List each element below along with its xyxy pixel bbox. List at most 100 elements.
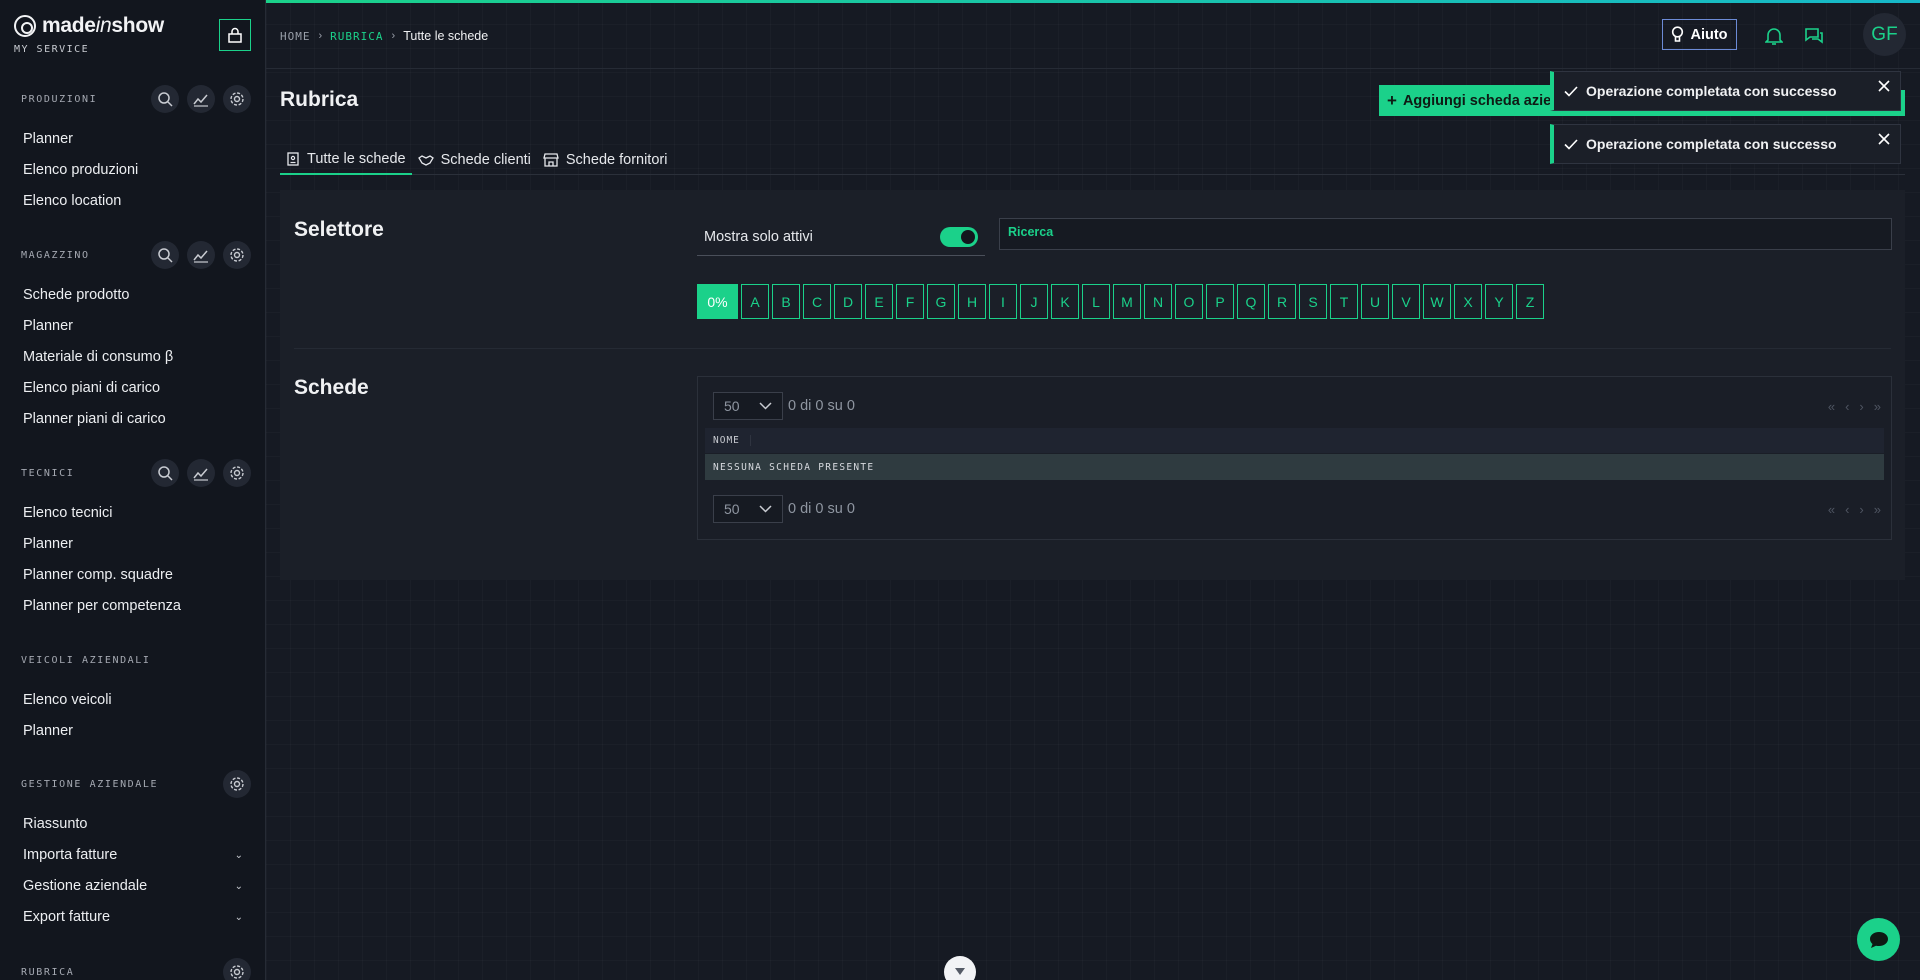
support-chat-button[interactable] (1857, 918, 1900, 961)
letter-filter-button[interactable]: W (1423, 284, 1451, 319)
sidebar-item[interactable]: Riassunto (23, 813, 243, 835)
prev-page-icon[interactable]: ‹ (1845, 502, 1849, 517)
help-button[interactable]: Aiuto (1662, 19, 1737, 50)
stats-icon[interactable] (187, 241, 215, 269)
sidebar-section-title: RUBRICA (21, 966, 75, 978)
search-icon[interactable] (151, 459, 179, 487)
letter-filter-button[interactable]: Z (1516, 284, 1544, 319)
letter-filter-button[interactable]: F (896, 284, 924, 319)
sidebar-section-header: VEICOLI AZIENDALI (21, 645, 251, 675)
page-size-value: 50 (724, 501, 740, 517)
tab-suppliers[interactable]: Schede fornitori (537, 145, 674, 175)
page-size-select[interactable]: 50 (713, 392, 783, 420)
letter-filter-button[interactable]: I (989, 284, 1017, 319)
store-icon (543, 153, 559, 167)
tab-clients[interactable]: Schede clienti (412, 145, 537, 175)
first-page-icon[interactable]: « (1828, 399, 1835, 414)
gear-icon[interactable] (223, 770, 251, 798)
active-only-toggle[interactable] (940, 226, 978, 247)
search-icon[interactable] (151, 241, 179, 269)
sidebar-item[interactable]: Elenco piani di carico (23, 377, 243, 399)
sidebar-item[interactable]: Planner comp. squadre (23, 564, 243, 586)
first-page-icon[interactable]: « (1828, 502, 1835, 517)
letter-filter-button[interactable]: R (1268, 284, 1296, 319)
sidebar-item[interactable]: Materiale di consumo β (23, 346, 243, 368)
letter-filter-button[interactable]: X (1454, 284, 1482, 319)
letter-filter-button[interactable]: H (958, 284, 986, 319)
next-page-icon[interactable]: › (1859, 399, 1863, 414)
letter-filter-button[interactable]: S (1299, 284, 1327, 319)
sidebar-item[interactable]: Elenco location (23, 190, 243, 212)
letter-filter-button[interactable]: U (1361, 284, 1389, 319)
sidebar-item[interactable]: Elenco tecnici (23, 502, 243, 524)
letter-filter-button[interactable]: L (1082, 284, 1110, 319)
sidebar-item[interactable]: Elenco produzioni (23, 159, 243, 181)
toast-message: Operazione completata con successo (1586, 136, 1837, 152)
messages-button[interactable] (1804, 25, 1826, 47)
sidebar-item[interactable]: Planner (23, 533, 243, 555)
letter-filter-button[interactable]: M (1113, 284, 1141, 319)
letter-filter-button[interactable]: K (1051, 284, 1079, 319)
gear-icon[interactable] (223, 85, 251, 113)
stats-icon[interactable] (187, 85, 215, 113)
pager-top: 50 0 di 0 su 0 « ‹ › » (713, 392, 1881, 420)
letter-filter-button[interactable]: O (1175, 284, 1203, 319)
brand[interactable]: madeinshow MY SERVICE (14, 14, 164, 55)
breadcrumb-home[interactable]: HOME (280, 30, 311, 43)
gear-icon[interactable] (223, 241, 251, 269)
letter-filter-button[interactable]: T (1330, 284, 1358, 319)
sidebar-item[interactable]: Importa fatture ⌄ (23, 844, 243, 866)
sidebar-item[interactable]: Gestione aziendale ⌄ (23, 875, 243, 897)
sidebar-item[interactable]: Planner (23, 720, 243, 742)
close-icon[interactable] (1876, 131, 1892, 147)
sidebar-item-label: Planner (23, 536, 73, 552)
last-page-icon[interactable]: » (1874, 399, 1881, 414)
letter-filter-button[interactable]: C (803, 284, 831, 319)
help-label: Aiuto (1690, 26, 1728, 43)
close-icon[interactable] (1876, 78, 1892, 94)
letter-filter-button[interactable]: Q (1237, 284, 1265, 319)
page-size-select[interactable]: 50 (713, 495, 783, 523)
sidebar-item-label: Planner per competenza (23, 598, 181, 614)
sidebar-item[interactable]: Planner piani di carico (23, 408, 243, 430)
search-input[interactable]: Ricerca (999, 218, 1892, 250)
tab-all[interactable]: Tutte le schede (280, 145, 412, 175)
sidebar-item[interactable]: Elenco veicoli (23, 689, 243, 711)
letter-filter-button[interactable]: V (1392, 284, 1420, 319)
expand-panel-button[interactable] (944, 956, 976, 980)
sidebar-item[interactable]: Planner (23, 315, 243, 337)
letter-filter-button[interactable]: B (772, 284, 800, 319)
letter-filter-button[interactable]: 0% (697, 284, 738, 319)
avatar[interactable]: GF (1863, 13, 1906, 56)
letter-filter-button[interactable]: E (865, 284, 893, 319)
letter-filter-button[interactable]: N (1144, 284, 1172, 319)
chevron-down-icon (955, 968, 965, 975)
letter-filter-button[interactable]: P (1206, 284, 1234, 319)
sidebar-item[interactable]: Planner per competenza (23, 595, 243, 617)
letter-filter-button[interactable]: G (927, 284, 955, 319)
prev-page-icon[interactable]: ‹ (1845, 399, 1849, 414)
letter-filter-button[interactable]: D (834, 284, 862, 319)
letter-filter-button[interactable]: A (741, 284, 769, 319)
sidebar-section-header: TECNICI (21, 458, 251, 488)
column-nome[interactable]: NOME (713, 435, 751, 446)
gear-icon[interactable] (223, 459, 251, 487)
handshake-icon (417, 155, 434, 166)
content-card: Selettore Mostra solo attivi Ricerca 0% A… (280, 190, 1905, 580)
gear-icon[interactable] (223, 958, 251, 980)
sidebar-item[interactable]: Schede prodotto (23, 284, 243, 306)
lock-icon (228, 27, 242, 43)
sidebar-item-label: Elenco veicoli (23, 692, 112, 708)
next-page-icon[interactable]: › (1859, 502, 1863, 517)
notifications-button[interactable] (1763, 25, 1785, 47)
search-icon[interactable] (151, 85, 179, 113)
sidebar-item-label: Planner piani di carico (23, 411, 166, 427)
lock-button[interactable] (219, 19, 251, 51)
last-page-icon[interactable]: » (1874, 502, 1881, 517)
letter-filter-button[interactable]: J (1020, 284, 1048, 319)
sidebar-item[interactable]: Planner (23, 128, 243, 150)
stats-icon[interactable] (187, 459, 215, 487)
sidebar-item[interactable]: Export fatture ⌄ (23, 906, 243, 928)
breadcrumb-rubrica[interactable]: RUBRICA (330, 30, 383, 43)
letter-filter-button[interactable]: Y (1485, 284, 1513, 319)
